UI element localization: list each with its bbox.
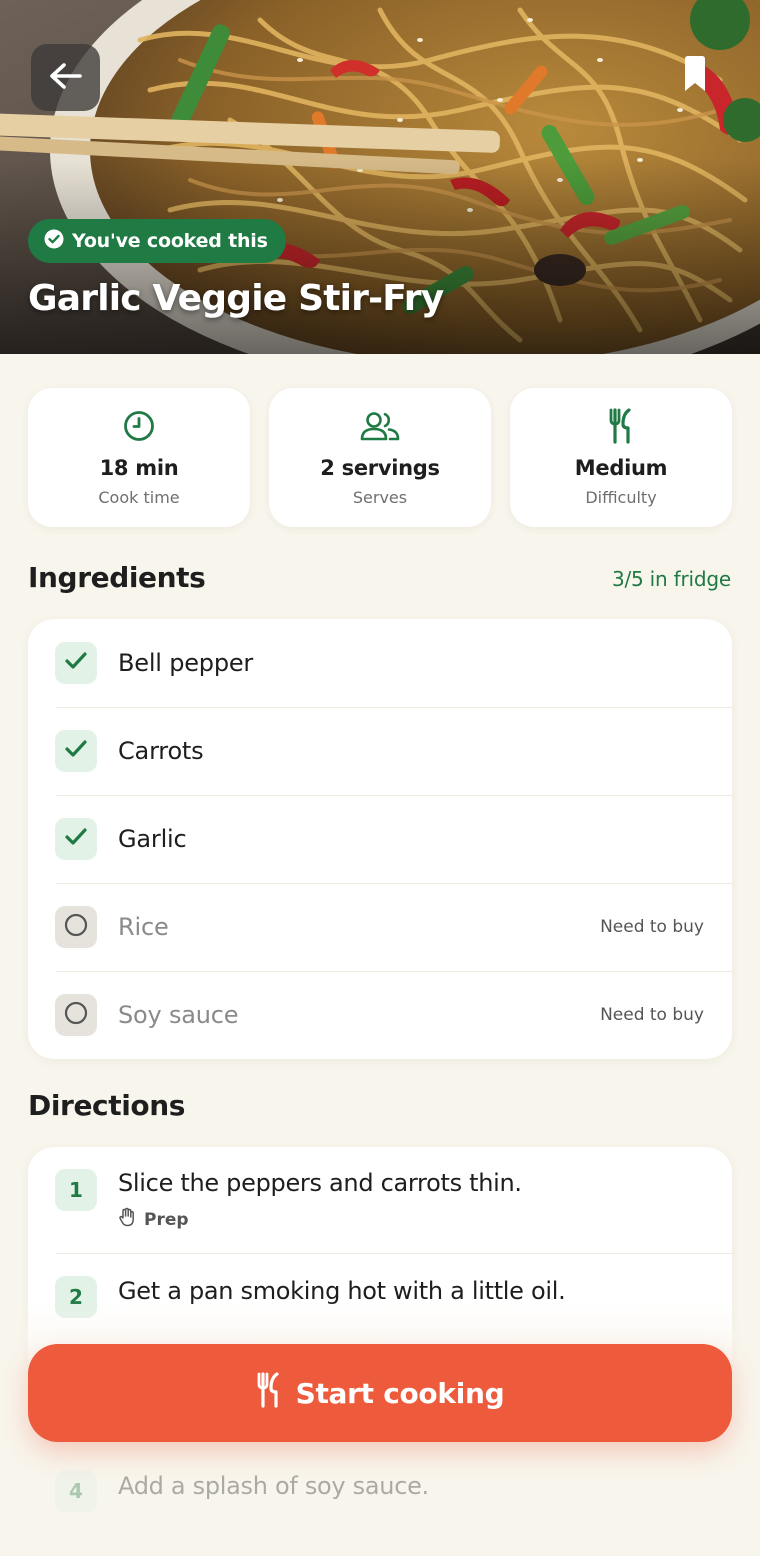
ingredient-item-soy-sauce[interactable]: Soy sauce Need to buy [28,971,732,1059]
stat-difficulty: Medium Difficulty [510,388,732,527]
stat-label: Cook time [98,488,180,507]
cooked-badge-label: You've cooked this [72,230,268,252]
checkbox-unchecked[interactable] [55,994,97,1036]
stat-label: Difficulty [585,488,657,507]
bookmark-icon [682,55,708,97]
checkbox-checked[interactable] [55,818,97,860]
fridge-count: 3/5 in fridge [611,567,731,591]
step-text: Get a pan smoking hot with a little oil. [118,1277,566,1305]
back-button[interactable] [31,44,100,111]
utensils-icon [256,1371,282,1415]
ingredient-item-carrots[interactable]: Carrots [28,707,732,795]
arrow-left-icon [49,62,83,94]
start-cooking-button[interactable]: Start cooking [28,1344,732,1442]
bookmark-button[interactable] [666,44,724,108]
ingredient-name: Carrots [118,737,204,765]
step-number: 1 [55,1169,97,1211]
step-tag-label: Prep [144,1209,189,1230]
stat-servings: 2 servings Serves [269,388,491,527]
step-tag: Prep [118,1207,189,1232]
ingredient-item-rice[interactable]: Rice Need to buy [28,883,732,971]
need-to-buy-tag: Need to buy [600,917,704,937]
ingredient-name: Rice [118,913,169,941]
checkbox-checked[interactable] [55,730,97,772]
recipe-title: Garlic Veggie Stir-Fry [28,278,444,319]
ingredient-name: Soy sauce [118,1001,239,1029]
clock-icon [123,410,155,442]
stat-value: 2 servings [320,456,440,480]
step-number: 2 [55,1276,97,1318]
ingredients-list: Bell pepper Carrots Garlic Rice Need to … [28,619,732,1059]
direction-step-faded: 4 Add a splash of soy sauce. [28,1460,732,1520]
start-cooking-label: Start cooking [295,1376,505,1410]
directions-heading: Directions [28,1089,186,1122]
step-text: Slice the peppers and carrots thin. [118,1169,522,1197]
ingredient-name: Garlic [118,825,187,853]
empty-circle-icon [64,1001,88,1029]
people-icon [359,410,401,442]
utensils-icon [608,408,634,444]
stat-value: Medium [574,456,668,480]
check-icon [65,652,87,674]
stat-cook-time: 18 min Cook time [28,388,250,527]
ingredient-item-bell-pepper[interactable]: Bell pepper [28,619,732,707]
hand-icon [118,1207,136,1232]
ingredient-name: Bell pepper [118,649,254,677]
check-icon [65,740,87,762]
ingredient-item-garlic[interactable]: Garlic [28,795,732,883]
checkbox-unchecked[interactable] [55,906,97,948]
step-number: 4 [55,1470,97,1512]
ingredients-heading: Ingredients [28,561,206,594]
hero-image: You've cooked this Garlic Veggie Stir-Fr… [0,0,760,354]
direction-step: 1 Slice the peppers and carrots thin. Pr… [28,1147,732,1253]
step-text: Add a splash of soy sauce. [118,1472,429,1500]
check-icon [65,828,87,850]
check-circle-icon [44,229,64,254]
stat-value: 18 min [99,456,179,480]
need-to-buy-tag: Need to buy [600,1005,704,1025]
direction-step: 2 Get a pan smoking hot with a little oi… [28,1253,732,1341]
stat-label: Serves [352,488,408,507]
cooked-badge: You've cooked this [28,219,286,263]
empty-circle-icon [64,913,88,941]
checkbox-checked[interactable] [55,642,97,684]
